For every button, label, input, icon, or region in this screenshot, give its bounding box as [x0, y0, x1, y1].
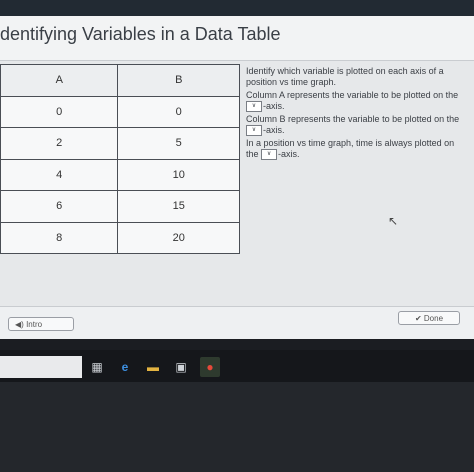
cell-a: 4: [0, 158, 119, 191]
table-row: 4 10: [0, 158, 240, 191]
cell-a: 0: [0, 95, 119, 128]
taskbar-search-box[interactable]: [0, 356, 82, 378]
check-icon: ✔: [414, 314, 422, 323]
lesson-footer: ◀) Intro ✔ Done: [0, 306, 474, 339]
cell-a: 2: [0, 127, 119, 160]
cell-b: 5: [117, 127, 240, 160]
column-header-a: A: [0, 64, 119, 97]
axis-dropdown-time[interactable]: ∨: [261, 149, 278, 161]
taskbar: ▦ e ▬ ▣ ●: [0, 350, 474, 382]
question-line-2-text: Column B represents the variable to be p…: [246, 114, 460, 125]
table-row: 2 5: [0, 127, 240, 160]
data-table: A B 0 0 2 5 4 10 6 15 8 20: [0, 64, 240, 254]
question-line-1: Column A represents the variable to be p…: [246, 90, 468, 113]
question-line-3-suffix: -axis.: [278, 149, 300, 160]
question-panel: Identify which variable is plotted on ea…: [246, 66, 468, 162]
file-explorer-icon[interactable]: ▬: [146, 360, 160, 374]
cell-b: 15: [117, 190, 240, 223]
cursor-icon: ↖: [388, 214, 399, 228]
lesson-screen: dentifying Variables in a Data Table A B…: [0, 16, 474, 339]
done-button[interactable]: ✔ Done: [398, 311, 460, 325]
column-header-b: B: [117, 64, 240, 97]
table-row: 0 0: [0, 95, 240, 128]
axis-dropdown-column-a[interactable]: ∨: [246, 101, 262, 113]
store-icon[interactable]: ▣: [174, 360, 188, 374]
intro-label: Intro: [26, 320, 43, 329]
page-title: dentifying Variables in a Data Table: [0, 24, 281, 44]
question-line-2: Column B represents the variable to be p…: [246, 114, 468, 137]
cell-b: 20: [117, 221, 240, 254]
question-line-1-text: Column A represents the variable to be p…: [246, 90, 459, 100]
question-line-1-suffix: -axis.: [263, 101, 285, 111]
monitor-bezel: [0, 382, 474, 472]
chrome-icon[interactable]: ●: [200, 357, 220, 377]
top-bar: [0, 0, 474, 16]
cell-a: 8: [0, 221, 119, 254]
table-row: 6 15: [0, 190, 240, 223]
intro-button[interactable]: ◀) Intro: [8, 317, 74, 331]
axis-dropdown-column-b[interactable]: ∨: [246, 125, 262, 137]
cell-b: 10: [117, 158, 240, 191]
done-label: Done: [423, 314, 444, 323]
table-row: 8 20: [0, 221, 240, 254]
cell-b: 0: [117, 95, 240, 128]
cell-a: 6: [0, 190, 119, 223]
question-line-3: In a position vs time graph, time is alw…: [246, 138, 468, 161]
edge-browser-icon[interactable]: e: [118, 360, 132, 374]
question-line-2-suffix: -axis.: [263, 125, 285, 136]
task-view-icon[interactable]: ▦: [90, 360, 104, 374]
lesson-header: dentifying Variables in a Data Table: [0, 16, 474, 61]
speaker-icon: ◀): [15, 320, 24, 329]
question-intro: Identify which variable is plotted on ea…: [246, 66, 444, 87]
